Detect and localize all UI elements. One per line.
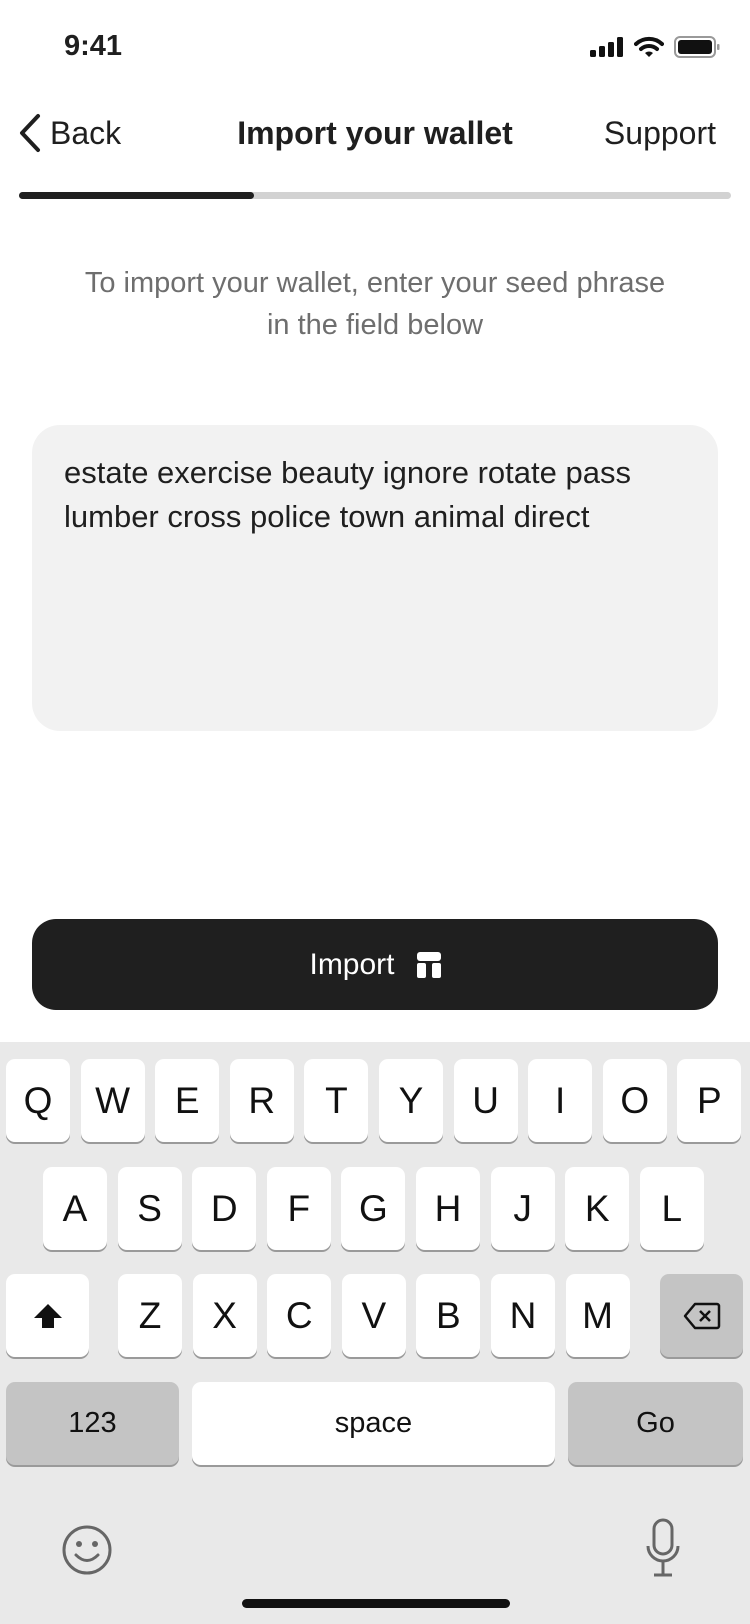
support-button[interactable]: Support xyxy=(604,108,716,158)
delete-key[interactable] xyxy=(660,1274,743,1357)
back-label: Back xyxy=(50,114,122,151)
seed-phrase-input[interactable]: estate exercise beauty ignore rotate pas… xyxy=(32,425,718,731)
key-k[interactable]: K xyxy=(565,1167,630,1250)
key-x[interactable]: X xyxy=(192,1274,257,1357)
status-time: 9:41 xyxy=(64,30,123,62)
key-u[interactable]: U xyxy=(453,1059,518,1142)
backspace-icon xyxy=(683,1302,720,1329)
chevron-left-icon xyxy=(20,114,40,152)
key-y[interactable]: Y xyxy=(379,1059,443,1142)
go-key[interactable]: Go xyxy=(568,1382,743,1465)
home-indicator xyxy=(242,1599,510,1608)
shift-icon xyxy=(33,1303,62,1328)
key-r[interactable]: R xyxy=(229,1059,294,1142)
import-icon xyxy=(416,951,441,978)
progress-bar xyxy=(19,192,731,199)
key-i[interactable]: I xyxy=(528,1059,593,1142)
import-button[interactable]: Import xyxy=(32,919,718,1010)
key-c[interactable]: C xyxy=(267,1274,332,1357)
battery-icon xyxy=(674,36,720,58)
emoji-button[interactable] xyxy=(61,1524,113,1581)
key-a[interactable]: A xyxy=(43,1167,107,1250)
key-d[interactable]: D xyxy=(192,1167,257,1250)
key-f[interactable]: F xyxy=(266,1167,331,1250)
key-n[interactable]: N xyxy=(491,1274,555,1357)
key-t[interactable]: T xyxy=(304,1059,369,1142)
key-l[interactable]: L xyxy=(639,1167,704,1250)
instructions-text: To import your wallet, enter your seed p… xyxy=(84,267,666,341)
microphone-button[interactable] xyxy=(645,1518,681,1583)
status-icons xyxy=(590,36,720,58)
key-b[interactable]: B xyxy=(416,1274,481,1357)
microphone-icon xyxy=(646,1518,680,1577)
key-s[interactable]: S xyxy=(117,1167,182,1250)
numbers-key[interactable]: 123 xyxy=(6,1382,179,1465)
back-button[interactable]: Back xyxy=(16,108,121,158)
key-p[interactable]: P xyxy=(677,1059,742,1142)
shift-key[interactable] xyxy=(6,1274,89,1357)
key-g[interactable]: G xyxy=(341,1167,406,1250)
key-o[interactable]: O xyxy=(602,1059,667,1142)
signal-icon xyxy=(590,37,623,57)
progress-fill xyxy=(19,192,254,199)
import-label: Import xyxy=(309,947,395,981)
wifi-icon xyxy=(634,36,664,57)
key-h[interactable]: H xyxy=(416,1167,480,1250)
space-key[interactable]: space xyxy=(192,1382,555,1465)
key-q[interactable]: Q xyxy=(6,1059,70,1142)
key-w[interactable]: W xyxy=(80,1059,145,1142)
emoji-icon xyxy=(62,1525,112,1575)
key-e[interactable]: E xyxy=(155,1059,220,1142)
key-z[interactable]: Z xyxy=(118,1274,182,1357)
key-j[interactable]: J xyxy=(490,1167,555,1250)
key-m[interactable]: M xyxy=(565,1274,630,1357)
key-v[interactable]: V xyxy=(341,1274,406,1357)
